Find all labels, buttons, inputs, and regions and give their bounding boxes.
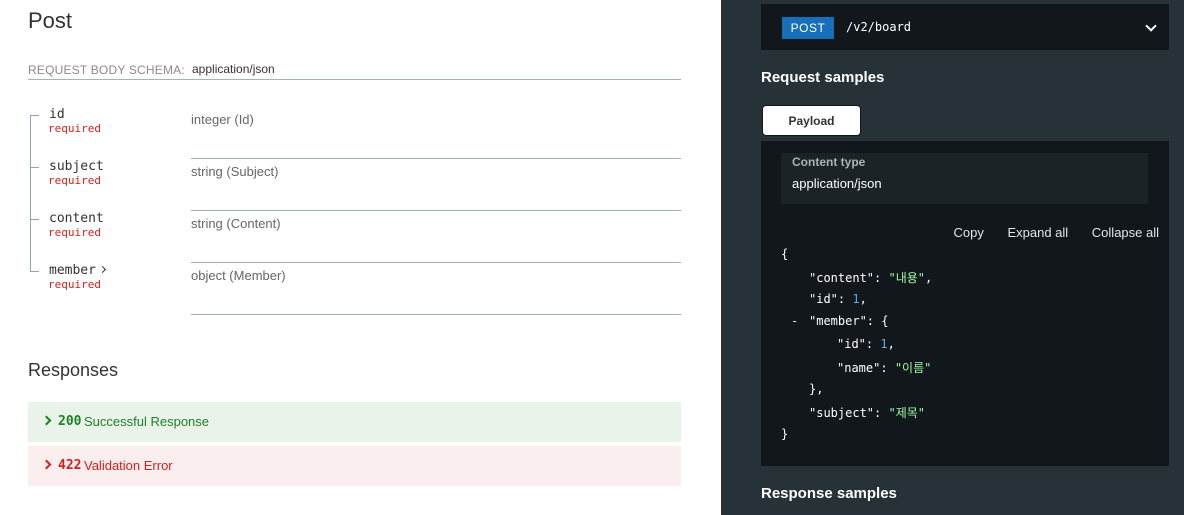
copy-button[interactable]: Copy	[953, 225, 983, 240]
field-type: string (Subject)	[191, 164, 279, 179]
field-type: string (Content)	[191, 216, 281, 231]
json-line: }	[781, 427, 789, 441]
field-divider	[191, 314, 681, 315]
required-label: required	[48, 226, 101, 239]
response-samples-title: Response samples	[761, 485, 897, 502]
expand-all-button[interactable]: Expand all	[1007, 225, 1068, 240]
field-name-toggle[interactable]: member	[49, 263, 107, 278]
schema-content-type: application/json	[192, 62, 275, 76]
response-200[interactable]: 200 Successful Response	[28, 402, 681, 442]
field-id: id required integer (Id)	[28, 107, 681, 167]
tree-line	[30, 203, 31, 263]
response-code: 200	[58, 414, 82, 429]
field-name: content	[49, 211, 104, 226]
collapse-toggle[interactable]: -	[791, 314, 798, 328]
request-samples-title: Request samples	[761, 69, 885, 86]
request-body-schema-row: REQUEST BODY SCHEMA: application/json	[28, 61, 681, 80]
tree-branch	[30, 219, 39, 220]
chevron-right-icon	[41, 459, 52, 470]
tree-branch	[30, 167, 39, 168]
tree-branch	[30, 271, 39, 272]
chevron-right-icon	[98, 265, 107, 274]
response-message: Validation Error	[84, 458, 173, 473]
http-method-badge: POST	[782, 17, 834, 39]
json-line: "name": "이름"	[837, 361, 932, 375]
field-name: subject	[49, 159, 104, 174]
request-sample-box: Content type application/json Copy Expan…	[761, 141, 1169, 466]
json-line: "content": "내용",	[809, 271, 933, 285]
tab-payload[interactable]: Payload	[762, 105, 861, 136]
response-code: 422	[58, 458, 82, 473]
json-line: "id": 1,	[809, 292, 867, 306]
required-label: required	[48, 174, 101, 187]
endpoint-path: /v2/board	[846, 20, 912, 34]
chevron-right-icon	[41, 415, 52, 426]
schema-label: REQUEST BODY SCHEMA:	[28, 63, 185, 77]
json-line: "id": 1,	[837, 337, 895, 351]
required-label: required	[48, 122, 101, 135]
response-message: Successful Response	[84, 414, 210, 429]
json-line: "member": {	[809, 314, 889, 328]
json-line: "subject": "제목"	[809, 406, 926, 420]
tree-line	[30, 151, 31, 211]
field-member[interactable]: member required object (Member)	[28, 255, 681, 315]
endpoint-bar[interactable]: POST /v2/board	[761, 4, 1169, 50]
tree-line	[30, 255, 31, 271]
responses-title: Responses	[28, 360, 119, 380]
response-422[interactable]: 422 Validation Error	[28, 446, 681, 486]
content-type-value: application/json	[792, 176, 882, 191]
field-subject: subject required string (Subject)	[28, 151, 681, 211]
json-line: },	[809, 382, 824, 396]
samples-panel: POST /v2/board Request samples Payload C…	[721, 0, 1184, 515]
field-content: content required string (Content)	[28, 203, 681, 263]
content-type-label: Content type	[792, 155, 866, 169]
json-line: {	[781, 247, 789, 261]
field-type: integer (Id)	[191, 112, 254, 127]
tree-branch	[30, 115, 39, 116]
collapse-all-button[interactable]: Collapse all	[1092, 225, 1159, 240]
page-title: Post	[28, 8, 73, 33]
schema-panel: Post REQUEST BODY SCHEMA: application/js…	[0, 0, 721, 515]
content-type-selector[interactable]: Content type application/json	[781, 153, 1148, 204]
field-name: id	[49, 107, 65, 122]
required-label: required	[48, 278, 101, 291]
sample-actions: Copy Expand all Collapse all	[933, 225, 1159, 240]
field-name: member	[49, 263, 96, 278]
field-type: object (Member)	[191, 268, 286, 283]
chevron-down-icon[interactable]	[1145, 20, 1157, 32]
